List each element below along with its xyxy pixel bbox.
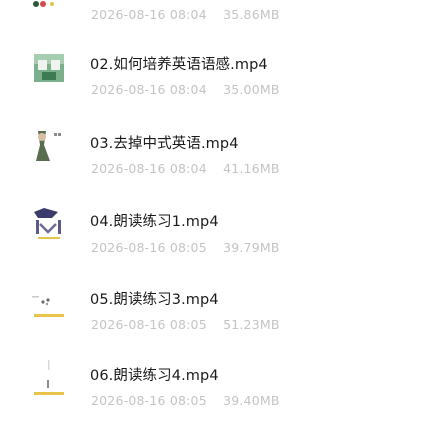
- file-time: 08:05: [169, 240, 207, 255]
- file-time: 08:05: [169, 317, 207, 332]
- video-thumbnail-icon: [30, 204, 68, 242]
- video-thumbnail-icon: [30, 358, 68, 396]
- file-row[interactable]: 03.去掉中式英语.mp4 2026-08-16 08:04 41.16MB: [0, 119, 425, 195]
- video-thumbnail-icon: [30, 127, 68, 165]
- video-thumbnail-icon: [30, 48, 68, 86]
- file-meta: 2026-08-16 08:04 35.86MB: [91, 7, 280, 22]
- video-thumbnail-icon: [30, 0, 68, 32]
- file-name: 06.朗读练习4.mp4: [90, 368, 219, 384]
- file-name: 03.去掉中式英语.mp4: [90, 136, 239, 152]
- file-date: 2026-08-16: [91, 7, 166, 22]
- file-date: 2026-08-16: [91, 240, 166, 255]
- file-time: 08:04: [169, 7, 207, 22]
- file-time: 08:05: [169, 393, 207, 408]
- file-meta: 2026-08-16 08:04 41.16MB: [91, 161, 280, 176]
- file-row[interactable]: 2026-08-16 08:04 35.86MB: [0, 0, 425, 32]
- file-size: 35.00MB: [223, 82, 280, 97]
- file-date: 2026-08-16: [91, 161, 166, 176]
- file-row[interactable]: 04.朗读练习1.mp4 2026-08-16 08:05 39.79MB: [0, 196, 425, 272]
- file-meta: 2026-08-16 08:05 39.40MB: [91, 393, 280, 408]
- file-name: 02.如何培养英语语感.mp4: [90, 57, 268, 73]
- file-date: 2026-08-16: [91, 393, 166, 408]
- file-date: 2026-08-16: [91, 317, 166, 332]
- file-list: 2026-08-16 08:04 35.86MB 02.如何培养英语语感.mp4…: [0, 0, 425, 430]
- file-size: 35.86MB: [223, 7, 280, 22]
- file-time: 08:04: [169, 82, 207, 97]
- file-size: 41.16MB: [223, 161, 280, 176]
- file-size: 39.40MB: [223, 393, 280, 408]
- file-name: 04.朗读练习1.mp4: [90, 214, 219, 230]
- file-name: 05.朗读练习3.mp4: [90, 292, 219, 308]
- file-row[interactable]: 02.如何培养英语语感.mp4 2026-08-16 08:04 35.00MB: [0, 40, 425, 116]
- file-time: 08:04: [169, 161, 207, 176]
- file-date: 2026-08-16: [91, 82, 166, 97]
- file-meta: 2026-08-16 08:05 51.23MB: [91, 317, 280, 332]
- file-row[interactable]: 06.朗读练习4.mp4 2026-08-16 08:05 39.40MB: [0, 352, 425, 428]
- file-meta: 2026-08-16 08:05 39.79MB: [91, 240, 280, 255]
- video-thumbnail-icon: [30, 282, 68, 320]
- file-size: 39.79MB: [223, 240, 280, 255]
- file-size: 51.23MB: [223, 317, 280, 332]
- file-row[interactable]: 05.朗读练习3.mp4 2026-08-16 08:05 51.23MB: [0, 272, 425, 348]
- file-meta: 2026-08-16 08:04 35.00MB: [91, 82, 280, 97]
